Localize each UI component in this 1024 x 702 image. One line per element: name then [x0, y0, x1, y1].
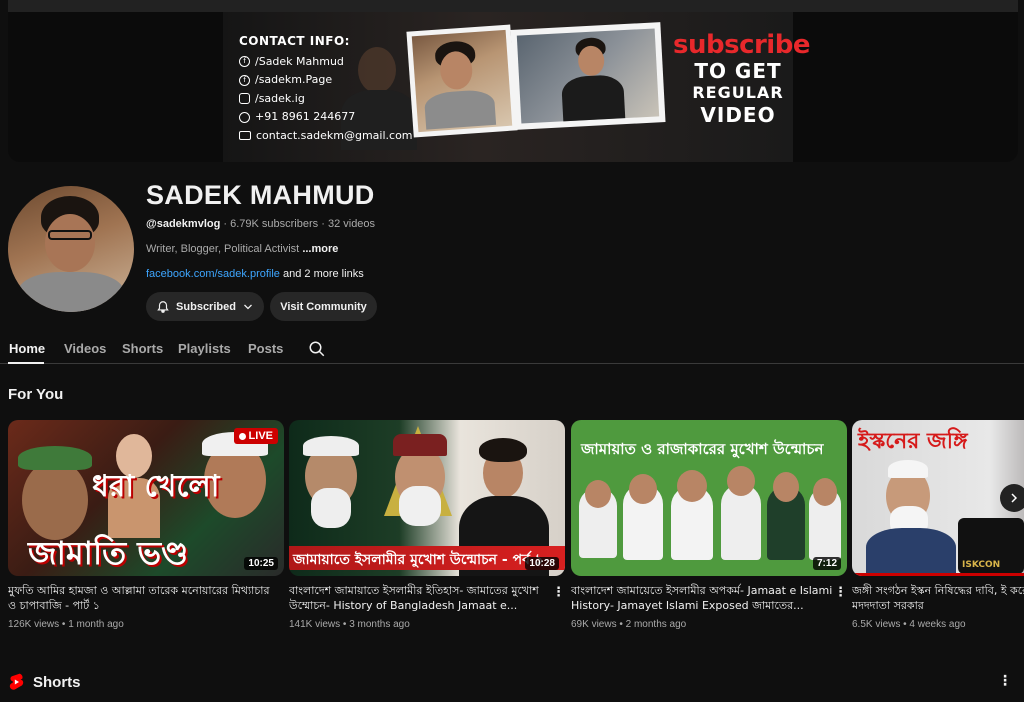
carousel-next-button[interactable] [1000, 484, 1024, 512]
video-card[interactable]: ⋮ জামায়াত ও রাজাকারের মুখোশ উন্মোচন 7:1… [571, 420, 847, 630]
bell-icon [157, 300, 169, 313]
shorts-section-header: Shorts [8, 672, 81, 692]
chevron-down-icon [244, 304, 252, 309]
upload-age: 1 month ago [68, 619, 124, 630]
video-thumbnail[interactable]: জামায়াত ও রাজাকারের মুখোশ উন্মোচন 7:12 [571, 420, 847, 576]
video-card[interactable]: ধরা খেলো জামাতি ভণ্ড LIVE 10:25 মুফতি আম… [8, 420, 284, 630]
upload-age: 3 months ago [349, 619, 410, 630]
banner-top-strip [8, 0, 1018, 12]
whatsapp-icon [239, 111, 250, 123]
video-text: VIDEO [700, 103, 776, 127]
contact-whatsapp: +91 8961 244677 [239, 108, 413, 127]
email-icon [239, 131, 251, 141]
video-duration: 10:25 [244, 557, 278, 570]
thumb-text-top: ধরা খেলো [92, 469, 220, 504]
view-count: 69K views [571, 619, 617, 630]
contact-text: /Sadek Mahmud [255, 54, 344, 68]
tab-posts[interactable]: Posts [248, 341, 283, 356]
channel-avatar[interactable] [8, 186, 134, 312]
contact-text: /sadekm.Page [255, 73, 333, 86]
video-title[interactable]: বাংলাদেশ জামায়েতে ইসলামীর অপকর্ম- Jamaa… [571, 583, 847, 613]
video-duration: 7:12 [812, 557, 841, 570]
contact-info: CONTACT INFO: f/Sadek Mahmud f/sadekm.Pa… [239, 32, 413, 145]
video-thumbnail[interactable]: ইস্কনের জঙ্গি ISKCON [852, 420, 1024, 576]
description-text: Writer, Blogger, Political Activist [146, 243, 300, 255]
video-duration: 10:28 [525, 557, 559, 570]
subscribe-promo-text: subscribe TO GET REGULAR VIDEO [673, 30, 810, 127]
more-link[interactable]: ...more [302, 243, 338, 255]
video-count: 32 videos [327, 218, 376, 230]
more-options-icon[interactable]: ⋮ [834, 584, 847, 600]
subscribe-word: subscribe [673, 30, 810, 60]
video-title[interactable]: জঙ্গী সংগঠন ইস্কন নিষিদ্ধের দাবি, ই করেছ… [852, 583, 1024, 613]
to-get-text: TO GET [694, 59, 782, 83]
facebook-icon: f [239, 74, 250, 86]
tab-shorts[interactable]: Shorts [122, 341, 163, 356]
facebook-icon: f [239, 56, 250, 68]
video-thumbnail[interactable]: জামায়াতে ইসলামীর মুখোশ উন্মোচন - পর্ব ১… [289, 420, 565, 576]
video-card[interactable]: ⋮ জামায়াতে ইসলামীর মুখোশ উন্মোচন - পর্ব… [289, 420, 565, 630]
channel-links: facebook.com/sadek.profile and 2 more li… [146, 268, 364, 280]
channel-banner: CONTACT INFO: f/Sadek Mahmud f/sadekm.Pa… [8, 0, 1018, 162]
channel-tabs: Home Videos Shorts Playlists Posts [0, 334, 1024, 364]
banner-photo-2 [510, 22, 666, 130]
subscriber-count: 6.79K subscribers [230, 218, 319, 230]
tab-home[interactable]: Home [9, 341, 45, 356]
regular-text: REGULAR [692, 83, 784, 102]
contact-email: contact.sadekm@gmail.com [239, 127, 413, 146]
video-meta: 6.5K views • 4 weeks ago [852, 619, 966, 630]
thumb-text: জামায়াত ও রাজাকারের মুখোশ উন্মোচন [581, 440, 824, 458]
upload-age: 2 months ago [625, 619, 687, 630]
video-meta: 126K views • 1 month ago [8, 619, 124, 630]
banner-right-area [788, 12, 1018, 162]
search-icon[interactable] [308, 340, 326, 358]
more-links-text[interactable]: and 2 more links [283, 268, 364, 280]
channel-description[interactable]: Writer, Blogger, Political Activist ...m… [146, 243, 338, 255]
view-count: 126K views [8, 619, 60, 630]
video-meta: 141K views • 3 months ago [289, 619, 410, 630]
live-badge: LIVE [233, 428, 278, 444]
video-card[interactable]: ইস্কনের জঙ্গি ISKCON জঙ্গী সংগঠন ইস্কন ন… [852, 420, 1024, 630]
banner-photo-1 [406, 24, 518, 138]
banner-left-area [8, 12, 223, 162]
community-label: Visit Community [280, 300, 367, 313]
more-options-icon[interactable]: ⋮ [998, 672, 1012, 689]
chevron-right-icon [1011, 493, 1018, 503]
channel-handle: @sadekmvlog [146, 218, 221, 230]
shorts-icon [9, 673, 24, 690]
separator: · [321, 218, 328, 230]
for-you-title: For You [8, 386, 64, 403]
channel-meta: @sadekmvlog · 6.79K subscribers · 32 vid… [146, 218, 375, 230]
instagram-icon [239, 93, 250, 105]
contact-text: /sadek.ig [255, 91, 305, 105]
view-count: 141K views [289, 619, 341, 630]
thumb-text: জামায়াতে ইসলামীর মুখোশ উন্মোচন - পর্ব ১ [293, 552, 544, 568]
contact-facebook-2: f/sadekm.Page [239, 71, 413, 90]
facebook-profile-link[interactable]: facebook.com/sadek.profile [146, 268, 280, 280]
more-options-icon[interactable]: ⋮ [552, 584, 565, 600]
upload-age: 4 weeks ago [909, 619, 966, 630]
channel-name: SADEK MAHMUD [146, 180, 375, 210]
video-thumbnail[interactable]: ধরা খেলো জামাতি ভণ্ড LIVE 10:25 [8, 420, 284, 576]
subscribed-button[interactable]: Subscribed [146, 292, 264, 321]
thumb-text-bottom: জামাতি ভণ্ড [28, 534, 189, 572]
view-count: 6.5K views [852, 619, 901, 630]
tab-playlists[interactable]: Playlists [178, 341, 231, 356]
shorts-title: Shorts [33, 673, 81, 691]
contact-text: +91 8961 244677 [255, 110, 356, 123]
contact-heading: CONTACT INFO: [239, 34, 350, 48]
thumb-badge: ISKCON [962, 560, 1001, 570]
visit-community-button[interactable]: Visit Community [270, 292, 377, 321]
channel-page: CONTACT INFO: f/Sadek Mahmud f/sadekm.Pa… [0, 0, 1024, 702]
subscribed-label: Subscribed [176, 300, 236, 313]
video-title[interactable]: মুফতি আমির হামজা ও আল্লামা তারেক মনোয়ার… [8, 583, 284, 613]
video-title[interactable]: বাংলাদেশ জামায়াতে ইসলামীর ইতিহাস- জামাত… [289, 583, 565, 613]
tab-videos[interactable]: Videos [64, 341, 106, 356]
active-tab-underline [8, 362, 44, 364]
contact-facebook-1: f/Sadek Mahmud [239, 53, 413, 72]
contact-instagram: /sadek.ig [239, 90, 413, 109]
thumb-text: ইস্কনের জঙ্গি [858, 429, 968, 454]
contact-text: contact.sadekm@gmail.com [256, 128, 413, 142]
video-meta: 69K views • 2 months ago [571, 619, 687, 630]
